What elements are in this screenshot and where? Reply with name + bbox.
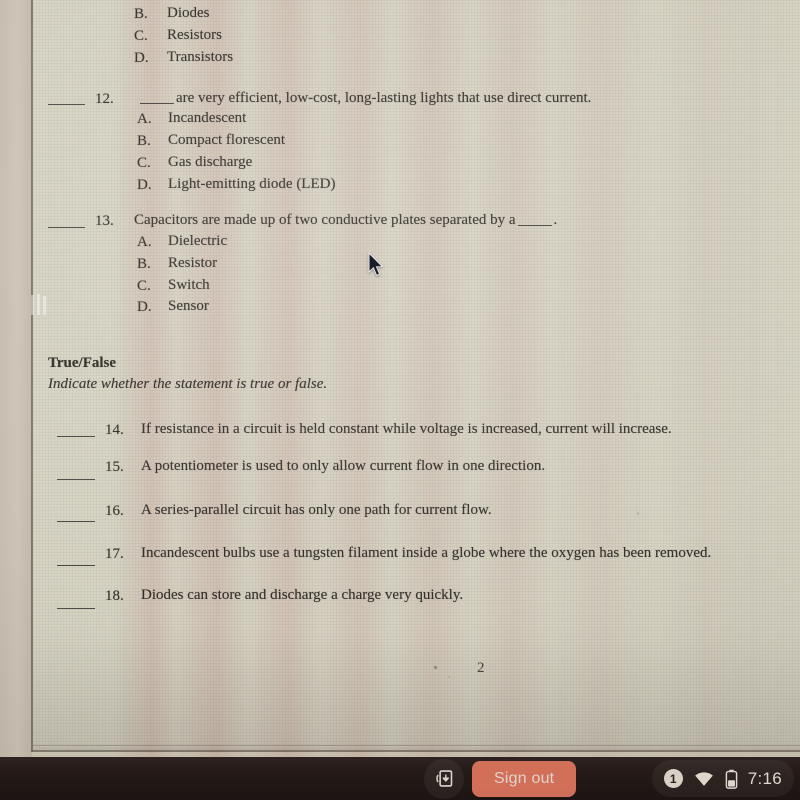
option-text: Resistor xyxy=(168,255,218,271)
status-tray[interactable]: 1 7:16 xyxy=(651,760,794,797)
scan-artifact-mark xyxy=(31,295,34,315)
option-text: Diodes xyxy=(167,5,210,21)
question-stem-text: Capacitors are made up of two conductive… xyxy=(134,212,516,228)
question-number: 18. xyxy=(105,588,124,604)
answer-blank-16[interactable] xyxy=(57,521,95,522)
scan-speck xyxy=(448,676,450,678)
question-stem-suffix: . xyxy=(553,212,558,228)
question-number: 17. xyxy=(105,546,124,562)
option-text: Switch xyxy=(168,277,210,293)
answer-blank-18[interactable] xyxy=(57,608,95,609)
battery-icon[interactable] xyxy=(725,769,738,789)
worksheet-text-layer: B. Diodes C. Resistors D. Transistors 12… xyxy=(31,0,800,748)
true-false-statement: Incandescent bulbs use a tungsten filame… xyxy=(141,545,712,561)
chromebook-screen: B. Diodes C. Resistors D. Transistors 12… xyxy=(0,0,800,800)
option-letter: C. xyxy=(137,278,151,294)
scan-artifact-mark xyxy=(37,294,40,315)
question-number: 14. xyxy=(105,422,124,438)
download-button[interactable] xyxy=(424,758,464,799)
true-false-statement: A series-parallel circuit has only one p… xyxy=(141,502,492,518)
inline-blank[interactable] xyxy=(517,225,552,226)
desk-margin-strip xyxy=(0,0,32,757)
option-text: Incandescent xyxy=(168,110,247,126)
answer-blank-17[interactable] xyxy=(57,565,95,566)
page-bottom-edge-line xyxy=(31,750,800,752)
inline-blank[interactable] xyxy=(140,103,174,104)
question-number: 16. xyxy=(105,503,124,519)
question-number: 15. xyxy=(105,459,124,475)
option-letter: C. xyxy=(137,155,151,171)
option-text: Resistors xyxy=(167,27,223,43)
section-instruction: Indicate whether the statement is true o… xyxy=(48,376,328,392)
scan-speck xyxy=(637,512,639,515)
clock-label[interactable]: 7:16 xyxy=(748,769,782,789)
option-text: Transistors xyxy=(167,49,234,65)
option-letter: D. xyxy=(137,177,152,193)
shelf-center-group: Sign out xyxy=(424,757,577,800)
scan-artifact-mark xyxy=(43,296,46,315)
option-text: Compact florescent xyxy=(168,132,286,148)
question-number: 12. xyxy=(95,91,114,107)
scanned-worksheet-photo: B. Diodes C. Resistors D. Transistors 12… xyxy=(0,0,800,757)
option-letter: A. xyxy=(137,234,152,250)
download-icon xyxy=(435,770,452,787)
question-number: 13. xyxy=(95,213,114,229)
true-false-statement: Diodes can store and discharge a charge … xyxy=(141,587,464,603)
scan-speck xyxy=(434,666,437,669)
option-letter: B. xyxy=(134,6,148,22)
page-number: 2 xyxy=(477,660,485,676)
option-text: Gas discharge xyxy=(168,154,253,170)
option-letter: D. xyxy=(137,299,152,315)
true-false-statement: A potentiometer is used to only allow cu… xyxy=(141,458,546,474)
option-letter: B. xyxy=(137,133,151,149)
option-letter: C. xyxy=(134,28,148,44)
question-stem-13: Capacitors are made up of two conductive… xyxy=(134,213,557,228)
option-letter: A. xyxy=(137,111,152,127)
section-heading-true-false: True/False xyxy=(48,355,117,371)
option-letter: D. xyxy=(134,50,149,66)
answer-blank-12[interactable] xyxy=(48,104,85,105)
question-stem-text: are very efficient, low-cost, long-lasti… xyxy=(176,90,592,106)
option-text: Light-emitting diode (LED) xyxy=(168,176,336,192)
sign-out-button[interactable]: Sign out xyxy=(472,760,577,797)
true-false-statement: If resistance in a circuit is held const… xyxy=(141,421,672,437)
option-text: Dielectric xyxy=(168,233,228,249)
sign-out-label: Sign out xyxy=(494,769,555,787)
notification-count-badge[interactable]: 1 xyxy=(663,769,683,788)
wifi-icon[interactable] xyxy=(693,770,715,788)
question-stem-12: are very efficient, low-cost, long-lasti… xyxy=(138,91,591,106)
option-text: Sensor xyxy=(168,298,209,314)
answer-blank-13[interactable] xyxy=(48,227,85,228)
answer-blank-15[interactable] xyxy=(57,479,95,480)
answer-blank-14[interactable] xyxy=(57,436,95,437)
chromeos-shelf: Sign out 1 7:16 xyxy=(0,757,800,800)
option-letter: B. xyxy=(137,256,151,272)
